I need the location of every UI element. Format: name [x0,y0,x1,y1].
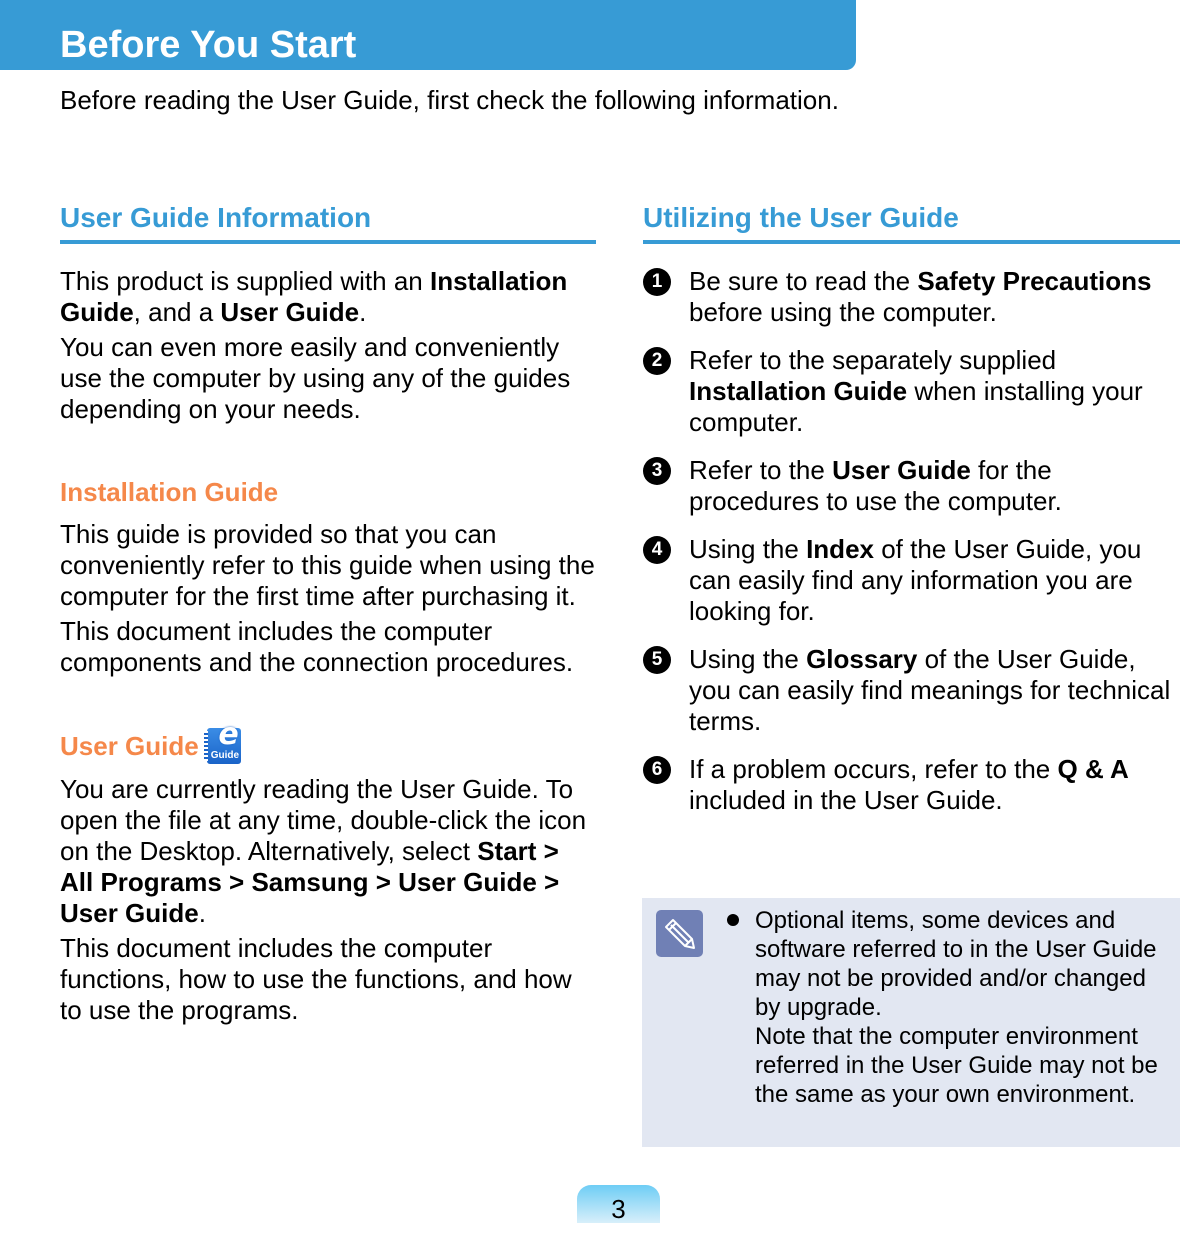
bold-term: Glossary [806,644,918,674]
user-guide-paragraph-1: You are currently reading the User Guide… [60,774,596,929]
section-heading-utilizing-user-guide: Utilizing the User Guide [643,200,1180,244]
text-run: If a problem occurs, refer to the [689,754,1058,784]
list-item-text: Refer to the User Guide for the procedur… [689,455,1180,517]
list-item: 2 Refer to the separately supplied Instal… [643,345,1180,438]
note-box: Optional items, some devices and softwar… [642,898,1180,1147]
text-run: Be sure to read the [689,266,918,296]
note-line-2: Note that the computer environment refer… [755,1023,1158,1108]
text-run: Using the [689,534,807,564]
user-guide-paragraph-2: This document includes the computer func… [60,933,572,1025]
e-letter: e [218,717,239,752]
user-guide-heading: User Guide e Guide [60,720,596,764]
installation-paragraph-1: This guide is provided so that you can c… [60,519,595,611]
list-item: 4 Using the Index of the User Guide, you … [643,534,1180,627]
right-column: Utilizing the User Guide 1 Be sure to rea… [643,200,1180,833]
bold-term: User Guide [832,455,971,485]
number-5-icon: 5 [643,646,671,674]
text-run: Using the [689,644,807,674]
text-run: . [359,297,367,327]
title-banner: Before You Start [0,0,856,70]
text-run: . [198,898,206,928]
list-item-text: Refer to the separately supplied Install… [689,345,1180,438]
pencil-glyph [665,919,695,949]
list-item: 1 Be sure to read the Safety Precautions … [643,266,1180,328]
list-item: 3 Refer to the User Guide for the procedu… [643,455,1180,517]
list-item: 5 Using the Glossary of the User Guide, y… [643,644,1180,737]
installation-guide-heading-text: Installation Guide [60,477,279,507]
list-item-text: Be sure to read the Safety Precautions b… [689,266,1180,328]
text-run: Refer to the separately supplied [689,345,1057,375]
bold-term: User Guide [220,297,360,327]
number-6-icon: 6 [643,756,671,784]
guides-paragraph: You can even more easily and convenientl… [60,332,571,424]
bold-term: Q & A [1057,754,1129,784]
installation-paragraph-2: This document includes the computer comp… [60,616,574,677]
page-title: Before You Start [60,24,357,66]
number-4-icon: 4 [643,536,671,564]
text-run: Refer to the [689,455,833,485]
bullet-icon [727,914,739,926]
list-item-text: If a problem occurs, refer to the Q & A … [689,754,1180,816]
section-heading-user-guide-information: User Guide Information [60,200,596,244]
bold-term: Installation Guide [689,376,908,406]
text-run: , and a [133,297,221,327]
pencil-note-icon [656,910,703,957]
text-run: included in the User Guide. [689,785,1003,815]
intro-text: Before reading the User Guide, first che… [60,85,839,115]
number-1-icon: 1 [643,268,671,296]
note-text: Optional items, some devices and softwar… [755,906,1175,1109]
page-number: 3 [577,1185,660,1224]
e-guide-icon: e Guide [203,720,241,764]
bold-term: Index [806,534,874,564]
number-3-icon: 3 [643,457,671,485]
user-guide-heading-text: User Guide [60,731,199,761]
list-item: 6 If a problem occurs, refer to the Q & A… [643,754,1180,816]
spiral-binding [203,731,208,761]
text-run: This product is supplied with an [60,266,430,296]
installation-guide-heading: Installation Guide [60,475,596,509]
text-run: before using the computer. [689,297,997,327]
bold-term: Safety Precautions [917,266,1152,296]
guide-icon-label: Guide [210,750,240,761]
note-line-1: Optional items, some devices and softwar… [755,907,1157,1021]
left-column: User Guide Information This product is s… [60,200,596,1026]
intro-paragraph: This product is supplied with an Install… [60,266,596,328]
number-2-icon: 2 [643,347,671,375]
list-item-text: Using the Glossary of the User Guide, yo… [689,644,1180,737]
numbered-list: 1 Be sure to read the Safety Precautions … [643,266,1180,816]
list-item-text: Using the Index of the User Guide, you c… [689,534,1180,627]
